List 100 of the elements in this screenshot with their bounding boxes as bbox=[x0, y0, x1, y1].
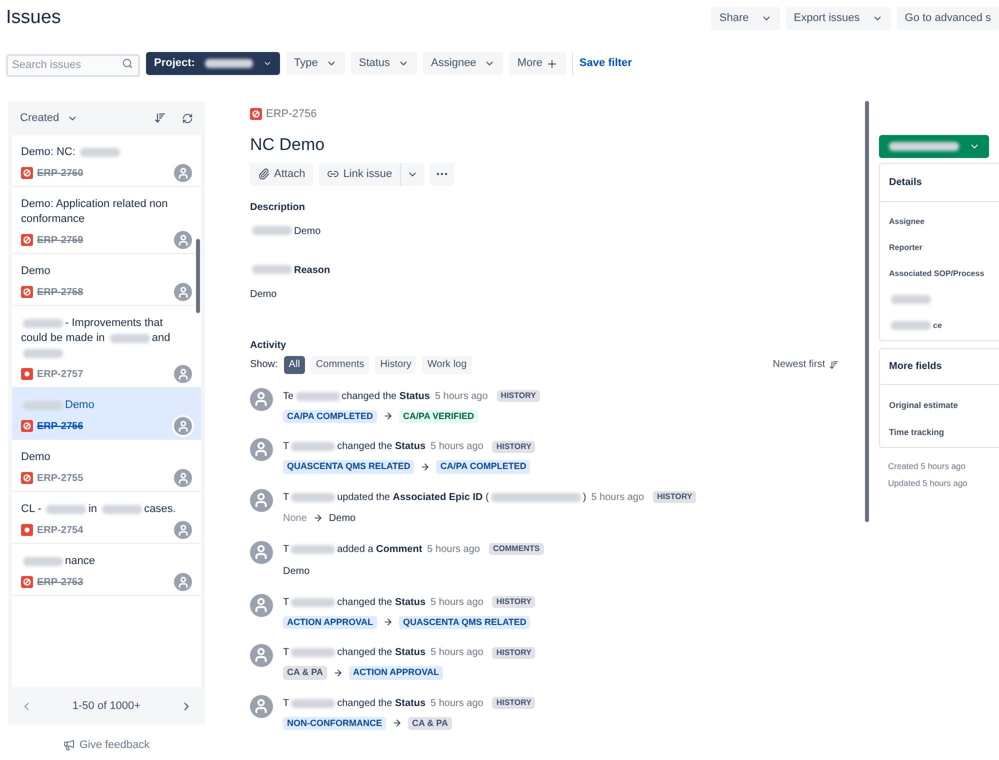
give-feedback-button[interactable]: Give feedback bbox=[63, 737, 150, 754]
activity-tag: HISTORY bbox=[492, 646, 536, 658]
field-label: ce bbox=[889, 320, 942, 332]
avatar-icon bbox=[250, 540, 273, 564]
header-button[interactable]: Export issues bbox=[786, 7, 891, 30]
arrow-right-icon bbox=[312, 513, 323, 523]
activity-tab[interactable]: All bbox=[284, 356, 305, 374]
search-field[interactable]: Search issues bbox=[6, 54, 140, 76]
field-label: Time tracking bbox=[889, 426, 946, 438]
updated-time: Updated 5 hours ago bbox=[888, 477, 968, 490]
issue-title: Demo bbox=[21, 264, 52, 279]
filter-dropdown[interactable]: Assignee bbox=[423, 52, 504, 75]
avatar-icon bbox=[174, 469, 192, 487]
issue-title: CL - in cases. bbox=[21, 502, 177, 517]
section-heading: Reason bbox=[250, 262, 853, 278]
page-title: Issues bbox=[6, 6, 61, 30]
activity-tag: HISTORY bbox=[492, 596, 536, 608]
issue-title: Demo bbox=[21, 450, 52, 465]
save-filter-link[interactable]: Save filter bbox=[579, 55, 632, 72]
created-time: Created 5 hours ago bbox=[888, 460, 966, 472]
status-button[interactable] bbox=[879, 135, 989, 158]
issue-key: ERP-2756 bbox=[37, 418, 84, 434]
avatar-icon bbox=[250, 594, 273, 616]
avatar-icon bbox=[174, 365, 192, 383]
issue-key: ERP-2760 bbox=[37, 166, 84, 180]
issue-title: - Improvements that could be made in and bbox=[21, 316, 192, 361]
section-text: Demo bbox=[250, 288, 278, 302]
activity-tag: HISTORY bbox=[496, 390, 540, 402]
activity-tag: COMMENTS bbox=[489, 543, 544, 555]
sort-order-icon[interactable] bbox=[154, 112, 166, 124]
sort-dropdown[interactable]: Created bbox=[20, 110, 78, 126]
avatar-icon bbox=[174, 417, 192, 435]
avatar-icon bbox=[174, 573, 192, 591]
activity-summary: T changed the Status bbox=[283, 440, 426, 454]
sort-order-button[interactable]: Newest first bbox=[772, 357, 839, 372]
activity-heading: Activity bbox=[250, 338, 288, 352]
status-lozenge: CA/PA COMPLETED bbox=[436, 460, 530, 474]
project-filter-button[interactable]: Project: bbox=[146, 52, 280, 75]
avatar-icon bbox=[174, 231, 192, 249]
avatar-icon bbox=[250, 438, 273, 461]
refresh-icon[interactable] bbox=[182, 112, 193, 124]
activity-time: 5 hours ago bbox=[430, 696, 484, 710]
more-fields-heading: More fields bbox=[880, 349, 999, 385]
paperclip-icon bbox=[258, 168, 270, 180]
link-icon bbox=[327, 168, 340, 180]
filter-dropdown[interactable]: Type bbox=[286, 52, 345, 75]
avatar-icon bbox=[250, 488, 273, 512]
activity-time: 5 hours ago bbox=[591, 490, 644, 504]
activity-summary: Te changed the Status bbox=[283, 390, 430, 404]
header-button[interactable]: Go to advanced s bbox=[896, 7, 999, 30]
status-lozenge: QUASCENTA QMS RELATED bbox=[399, 616, 530, 629]
blocked-icon bbox=[250, 108, 262, 120]
status-lozenge: CA & PA bbox=[283, 666, 327, 680]
issue-key: ERP-2757 bbox=[37, 366, 84, 382]
activity-tab[interactable]: Comments bbox=[310, 356, 370, 374]
activity-tag: HISTORY bbox=[492, 440, 536, 452]
sort-order-icon bbox=[829, 360, 839, 370]
arrow-right-icon bbox=[333, 668, 343, 678]
status-lozenge: CA/PA COMPLETED bbox=[283, 410, 378, 423]
more-actions-button[interactable] bbox=[430, 162, 454, 186]
filter-dropdown[interactable]: Status bbox=[350, 52, 418, 75]
avatar-icon bbox=[250, 388, 273, 410]
activity-summary: T added a Comment bbox=[283, 542, 422, 556]
arrow-right-icon bbox=[383, 617, 394, 628]
issue-card[interactable]: nance ERP-2753 bbox=[12, 544, 201, 596]
status-lozenge: ACTION APPROVAL bbox=[283, 616, 378, 629]
issue-key: ERP-2759 bbox=[37, 232, 84, 248]
pagination-label: 1-50 of 1000+ bbox=[72, 698, 141, 714]
issue-title: Demo: Application related non conformance bbox=[21, 197, 169, 227]
field-label bbox=[889, 294, 933, 306]
attach-button[interactable]: Attach bbox=[250, 162, 314, 186]
activity-time: 5 hours ago bbox=[434, 390, 488, 404]
issue-key: ERP-2756 bbox=[266, 106, 317, 122]
details-heading: Details bbox=[880, 164, 999, 202]
avatar-icon bbox=[174, 283, 192, 301]
more-filters-button[interactable]: More bbox=[509, 52, 566, 75]
section-heading: Description bbox=[250, 200, 306, 214]
activity-tab[interactable]: Work log bbox=[422, 356, 472, 374]
issue-key: ERP-2758 bbox=[37, 284, 84, 300]
issue-card[interactable]: Demo: NC: ERP-2760 bbox=[12, 135, 201, 187]
issue-key: ERP-2755 bbox=[37, 470, 84, 486]
status-lozenge: CA & PA bbox=[408, 716, 452, 730]
arrow-right-icon bbox=[392, 718, 402, 728]
issue-card[interactable]: Demo ERP-2755 bbox=[12, 440, 201, 492]
activity-summary: T changed the Status bbox=[283, 596, 426, 610]
link-issue-button[interactable]: Link issue bbox=[319, 162, 402, 186]
activity-tab[interactable]: History bbox=[375, 356, 416, 374]
activity-summary: T changed the Status bbox=[283, 646, 426, 660]
issue-card[interactable]: CL - in cases. ERP-2754 bbox=[12, 492, 201, 544]
issue-card[interactable]: Demo ERP-2756 bbox=[12, 388, 201, 440]
status-lozenge: QUASCENTA QMS RELATED bbox=[283, 460, 414, 474]
field-label: Reporter bbox=[889, 242, 922, 254]
activity-time: 5 hours ago bbox=[430, 440, 484, 454]
header-button[interactable]: Share bbox=[711, 7, 780, 30]
issue-card[interactable]: Demo: Application related non conformance ERP-2759 bbox=[12, 187, 201, 254]
avatar-icon bbox=[250, 694, 273, 718]
avatar-icon bbox=[250, 644, 273, 667]
show-label: Show: bbox=[250, 358, 278, 372]
activity-time: 5 hours ago bbox=[427, 542, 480, 556]
issue-key: ERP-2754 bbox=[37, 522, 84, 538]
